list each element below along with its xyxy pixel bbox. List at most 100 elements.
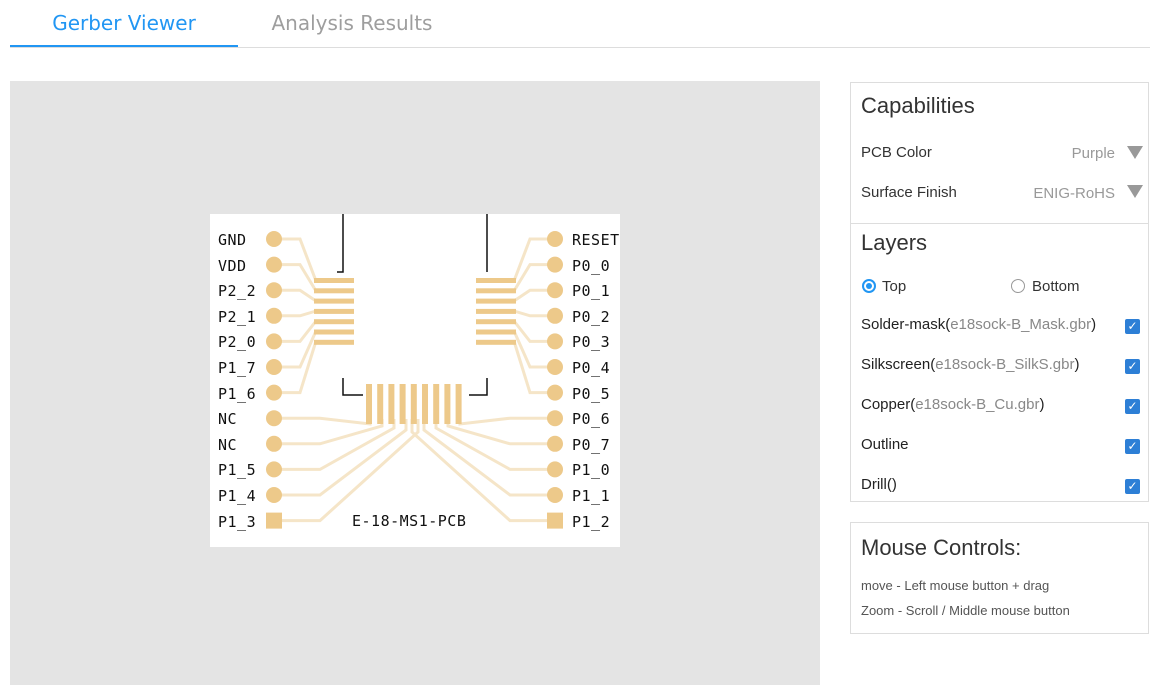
- pad-round: [547, 435, 563, 452]
- surface-finish-label: Surface Finish: [861, 184, 957, 201]
- pad-square: [547, 512, 563, 529]
- radio-bottom-label[interactable]: Bottom: [1032, 278, 1080, 295]
- layer-solder-mask: Solder-mask(e18sock-B_Mask.gbr): [861, 316, 1097, 333]
- ic-pad: [476, 319, 516, 325]
- ic-outline: [342, 378, 363, 396]
- pad-round: [266, 282, 282, 299]
- pin-label-right: P1_2: [572, 512, 611, 531]
- chevron-down-icon[interactable]: [1127, 185, 1143, 198]
- ic-pad: [476, 339, 516, 345]
- pin-label-right: P0_0: [572, 256, 611, 275]
- surface-finish-select[interactable]: ENIG-RoHS: [1001, 185, 1115, 202]
- pad-round: [547, 282, 563, 299]
- outline-checkbox[interactable]: ✓: [1125, 439, 1140, 454]
- ic-pad: [476, 329, 516, 335]
- ic-pad: [377, 384, 384, 424]
- ic-pad: [314, 298, 354, 304]
- radio-top-label[interactable]: Top: [882, 278, 906, 295]
- layer-file: e18sock-B_Mask.gbr: [950, 316, 1092, 333]
- tab-gerber-viewer[interactable]: Gerber Viewer: [10, 0, 238, 47]
- divider: [851, 223, 1148, 224]
- pin-label-right: P0_1: [572, 282, 611, 301]
- pad-round: [266, 461, 282, 478]
- pad-round: [547, 487, 563, 503]
- pin-label-right: RESET: [572, 231, 620, 249]
- layer-name: Silkscreen: [861, 356, 931, 373]
- mouse-controls-title: Mouse Controls:: [861, 535, 1022, 560]
- solder-mask-checkbox[interactable]: ✓: [1125, 319, 1140, 334]
- layer-name: Solder-mask: [861, 316, 946, 333]
- settings-panel: Capabilities PCB Color Purple Surface Fi…: [850, 82, 1149, 502]
- layer-name: Drill: [861, 476, 887, 493]
- pad-round: [547, 333, 563, 350]
- pin-label-left: NC: [218, 435, 238, 454]
- ic-pad: [314, 339, 354, 345]
- layer-drill: Drill(): [861, 476, 897, 493]
- silkscreen-checkbox[interactable]: ✓: [1125, 359, 1140, 374]
- layer-file: e18sock-B_Cu.gbr: [915, 396, 1040, 413]
- pad-round: [547, 359, 563, 375]
- pin-label-right: P1_0: [572, 461, 611, 480]
- move-hint: move - Left mouse button + drag: [861, 578, 1050, 593]
- trace: [274, 416, 372, 426]
- drill-checkbox[interactable]: ✓: [1125, 479, 1140, 494]
- pin-label-right: P0_4: [572, 359, 611, 377]
- pad-round: [547, 307, 563, 324]
- pad-round: [547, 410, 563, 427]
- pcb-artwork: [266, 214, 563, 529]
- ic-pad: [314, 329, 354, 335]
- layer-silkscreen: Silkscreen(e18sock-B_SilkS.gbr): [861, 356, 1080, 373]
- pad-round: [266, 359, 282, 375]
- trace: [458, 416, 555, 426]
- pin-label-right: P0_5: [572, 384, 611, 403]
- pin-label-left: P1_6: [218, 384, 257, 403]
- ic-pad: [422, 384, 428, 424]
- pin-label-left: GND: [218, 231, 247, 249]
- ic-pad: [433, 384, 440, 424]
- pin-label-left: P2_1: [218, 307, 257, 326]
- pcb-color-select[interactable]: Purple: [1001, 145, 1115, 162]
- pin-label-left: P2_2: [218, 282, 257, 301]
- layers-title: Layers: [861, 230, 928, 255]
- pin-label-left: P1_5: [218, 461, 257, 480]
- pad-round: [266, 487, 282, 503]
- layer-outline: Outline: [861, 436, 909, 453]
- pad-round: [266, 410, 282, 427]
- pcb-color-label: PCB Color: [861, 144, 932, 161]
- gerber-canvas[interactable]: GND VDD P2_2 P2_1 P2_0 P1_7 P1_6 NC NC P1_5 P1_4 P1…: [10, 81, 820, 685]
- ic-pad: [388, 384, 395, 424]
- ic-pad: [314, 288, 354, 294]
- pad-round: [266, 307, 282, 324]
- pad-round: [266, 231, 282, 247]
- layer-copper: Copper(e18sock-B_Cu.gbr): [861, 396, 1045, 413]
- ic-pad: [476, 278, 516, 283]
- ic-pad: [314, 278, 354, 283]
- radio-bottom[interactable]: [1011, 279, 1025, 293]
- tab-analysis-results[interactable]: Analysis Results: [238, 0, 466, 46]
- pin-label-right: P1_1: [572, 487, 611, 505]
- ic-pad: [399, 384, 406, 424]
- pad-round: [547, 461, 563, 478]
- capabilities-title: Capabilities: [861, 93, 975, 118]
- pad-round: [266, 333, 282, 350]
- ic-pad: [476, 308, 516, 314]
- ic-pad: [444, 384, 451, 424]
- layer-file: e18sock-B_SilkS.gbr: [935, 356, 1075, 373]
- ic-pad: [455, 384, 462, 424]
- copper-checkbox[interactable]: ✓: [1125, 399, 1140, 414]
- pad-round: [547, 231, 563, 247]
- radio-top[interactable]: [862, 279, 876, 293]
- pin-label-right: P0_3: [572, 333, 611, 352]
- ic-pad: [476, 288, 516, 294]
- zoom-hint: Zoom - Scroll / Middle mouse button: [861, 603, 1070, 618]
- pad-round: [266, 435, 282, 452]
- pad-round: [266, 256, 282, 273]
- pin-label-left: P1_3: [218, 512, 257, 531]
- pcb-board: GND VDD P2_2 P2_1 P2_0 P1_7 P1_6 NC NC P1_5 P1_4 P1…: [210, 214, 620, 547]
- ic-pad: [410, 384, 417, 424]
- tab-bar: Gerber Viewer Analysis Results: [10, 0, 1150, 48]
- pad-round: [547, 384, 563, 401]
- pin-label-right: P0_6: [572, 410, 611, 429]
- pin-label-left: P1_4: [218, 487, 257, 505]
- chevron-down-icon[interactable]: [1127, 146, 1143, 159]
